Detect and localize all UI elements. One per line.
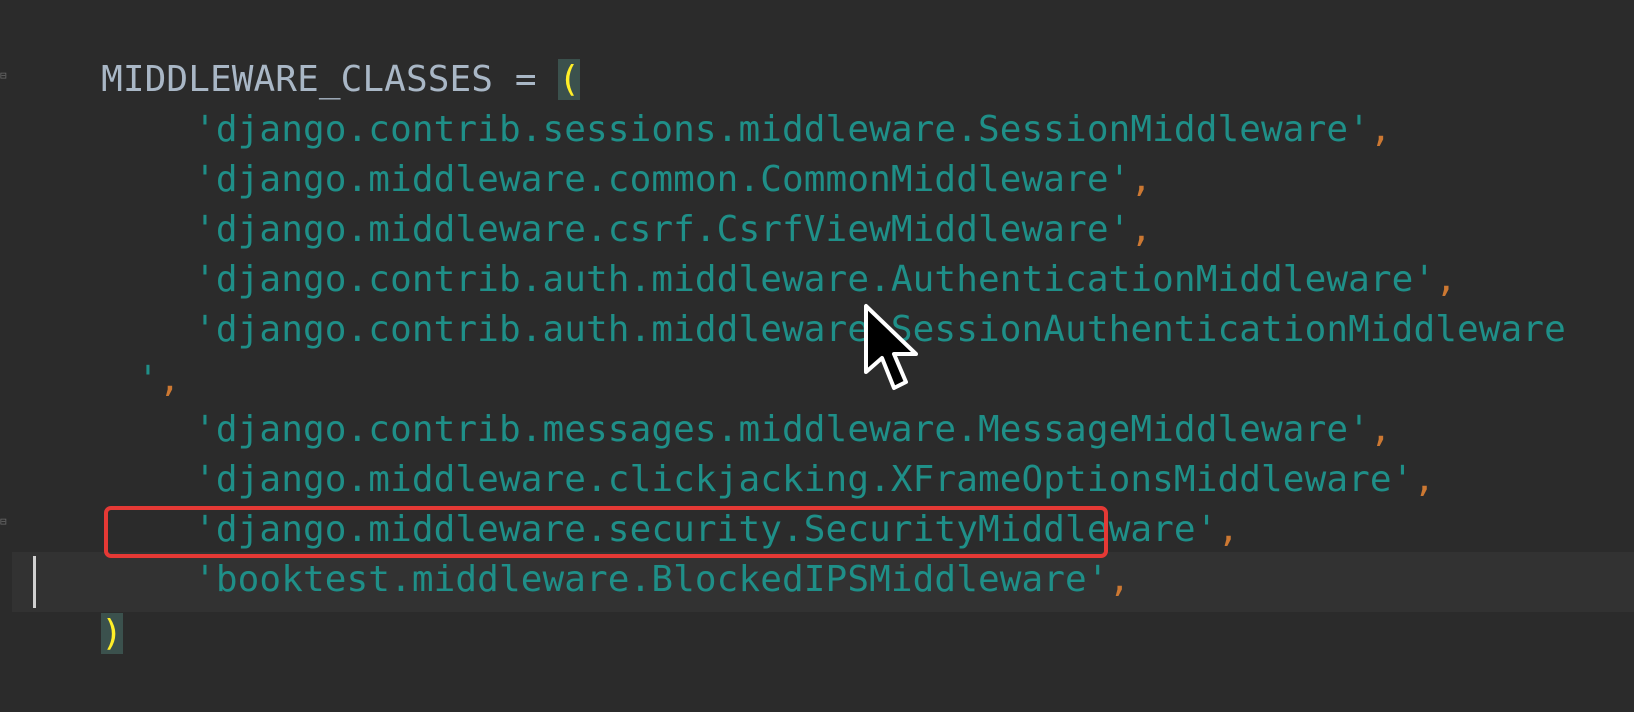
close-paren: ) bbox=[101, 613, 123, 654]
code-line-entry[interactable]: 'django.middleware.common.CommonMiddlewa… bbox=[107, 102, 1152, 200]
code-line-entry[interactable]: 'django.contrib.auth.middleware.SessionA… bbox=[107, 252, 1566, 350]
code-line-wrapped-continuation[interactable]: ', bbox=[50, 302, 181, 400]
code-line-entry[interactable]: 'django.middleware.security.SecurityMidd… bbox=[107, 452, 1239, 550]
code-line-entry[interactable]: 'django.contrib.auth.middleware.Authenti… bbox=[107, 202, 1457, 300]
fold-marker-icon[interactable]: ⊟ bbox=[0, 516, 11, 528]
comma: , bbox=[1108, 559, 1131, 600]
code-editor[interactable]: ⊟ ⊟ MIDDLEWARE_CLASSES = ( 'django.contr… bbox=[0, 0, 1634, 654]
code-line-entry[interactable]: 'django.contrib.messages.middleware.Mess… bbox=[107, 352, 1392, 450]
comma: , bbox=[1369, 109, 1392, 150]
text-caret bbox=[33, 556, 36, 608]
editor-gutter[interactable]: ⊟ ⊟ bbox=[0, 0, 12, 612]
comma: , bbox=[1217, 509, 1240, 550]
mouse-pointer-icon bbox=[864, 304, 918, 390]
code-line-entry[interactable]: 'django.contrib.sessions.middleware.Sess… bbox=[107, 52, 1392, 150]
comma: , bbox=[1413, 459, 1436, 500]
fold-marker-icon[interactable]: ⊟ bbox=[0, 70, 11, 82]
string-literal: 'booktest.middleware.BlockedIPSMiddlewar… bbox=[194, 559, 1109, 600]
highlight-annotation-box bbox=[104, 506, 1108, 558]
code-line-close[interactable]: ) bbox=[14, 556, 123, 654]
code-line-entry[interactable]: 'django.middleware.clickjacking.XFrameOp… bbox=[107, 402, 1435, 500]
code-line-assignment[interactable]: MIDDLEWARE_CLASSES = ( bbox=[14, 2, 581, 100]
code-line-entry[interactable]: 'django.middleware.csrf.CsrfViewMiddlewa… bbox=[107, 152, 1152, 250]
